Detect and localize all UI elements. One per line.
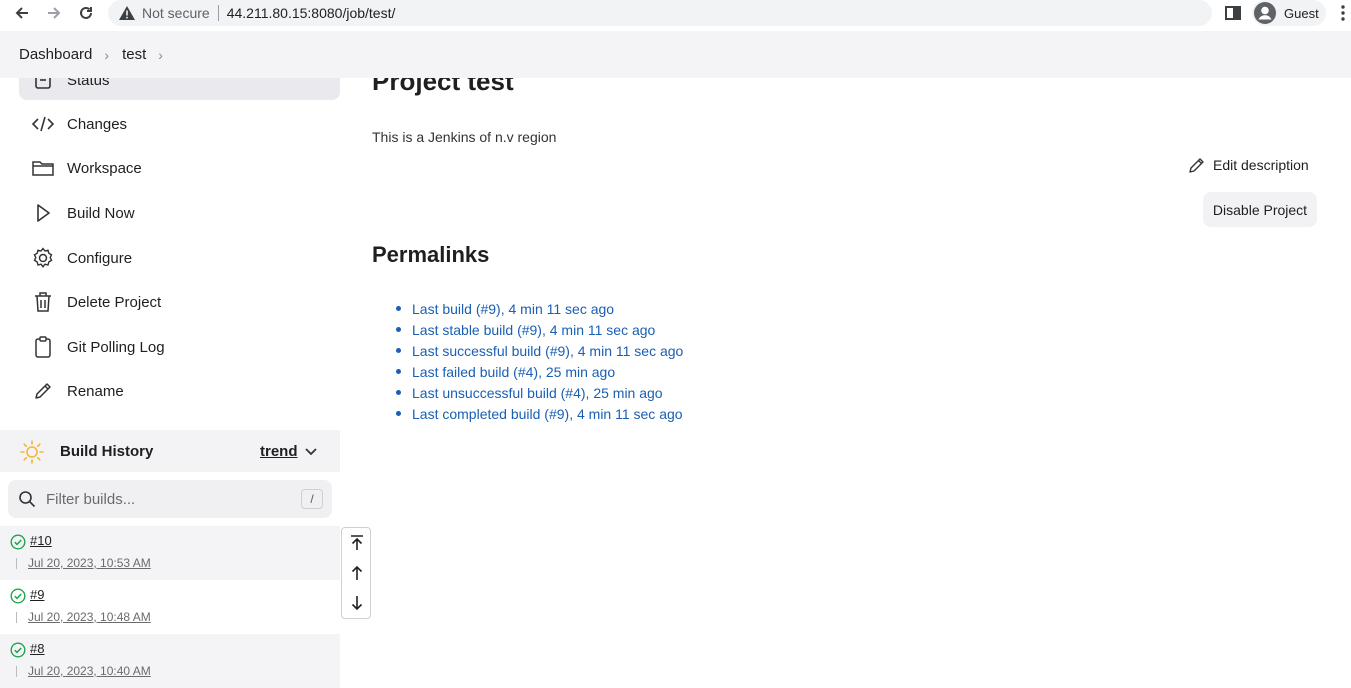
folder-icon [32, 157, 54, 179]
sidebar-item-delete-project[interactable]: Delete Project [19, 282, 340, 322]
clipboard-icon [32, 336, 54, 358]
breadcrumb-test[interactable]: test [122, 46, 146, 63]
permalink-item[interactable]: Last failed build (#4), 25 min ago [396, 361, 683, 382]
search-icon [19, 491, 36, 508]
forward-button[interactable] [43, 2, 65, 24]
sidebar-item-build-now[interactable]: Build Now [19, 193, 340, 233]
breadcrumb-dashboard[interactable]: Dashboard [19, 46, 92, 63]
bullet [396, 348, 401, 353]
pencil-icon [32, 380, 54, 402]
permalink-last-unsuccessful-build[interactable]: Last unsuccessful build (#4), 25 min ago [412, 385, 663, 401]
build-row: #8 Jul 20, 2023, 10:40 AM [0, 634, 340, 688]
bullet [396, 327, 401, 332]
bullet [396, 369, 401, 374]
permalink-last-successful-build[interactable]: Last successful build (#9), 4 min 11 sec… [412, 343, 683, 359]
project-description: This is a Jenkins of n.v region [372, 129, 557, 145]
permalink-last-build[interactable]: Last build (#9), 4 min 11 sec ago [412, 301, 614, 317]
build-number-link[interactable]: #9 [30, 587, 44, 602]
browser-toolbar: Not secure 44.211.80.15:8080/job/test/ G… [0, 0, 1351, 27]
success-check-icon [10, 588, 26, 604]
keyboard-shortcut-badge: / [301, 489, 323, 509]
permalinks-heading: Permalinks [372, 242, 490, 267]
build-number-link[interactable]: #8 [30, 641, 44, 656]
sidebar-item-configure[interactable]: Configure [19, 238, 340, 278]
scroll-to-top-icon[interactable] [348, 534, 366, 552]
permalink-item[interactable]: Last unsuccessful build (#4), 25 min ago [396, 382, 683, 403]
edit-description-link[interactable]: Edit description [1188, 156, 1309, 174]
gear-icon [32, 247, 54, 269]
url-text[interactable]: 44.211.80.15:8080/job/test/ [227, 5, 396, 21]
back-button[interactable] [11, 2, 33, 24]
profile-button[interactable]: Guest [1252, 0, 1326, 26]
avatar-icon [1254, 2, 1276, 24]
browser-menu-button[interactable] [1337, 4, 1349, 22]
permalink-item[interactable]: Last successful build (#9), 4 min 11 sec… [396, 340, 683, 361]
divider [16, 666, 17, 677]
permalink-item[interactable]: Last build (#9), 4 min 11 sec ago [396, 298, 683, 319]
code-icon [32, 113, 54, 135]
permalink-last-failed-build[interactable]: Last failed build (#4), 25 min ago [412, 364, 615, 380]
divider [16, 612, 17, 623]
reload-button[interactable] [75, 2, 97, 24]
permalink-item[interactable]: Last stable build (#9), 4 min 11 sec ago [396, 319, 683, 340]
kebab-menu-icon [1341, 5, 1345, 21]
permalink-last-stable-build[interactable]: Last stable build (#9), 4 min 11 sec ago [412, 322, 655, 338]
pencil-icon [1189, 158, 1204, 173]
arrow-left-icon [15, 7, 28, 19]
chevron-down-icon[interactable] [304, 444, 318, 458]
sidebar-item-label: Git Polling Log [67, 338, 165, 356]
sidebar: Status Changes Workspace Build Now Confi… [0, 60, 340, 688]
build-number-link[interactable]: #10 [30, 533, 52, 548]
chevron-right-icon: › [104, 46, 110, 63]
arrow-down-icon[interactable] [348, 594, 366, 612]
sidebar-item-label: Build Now [67, 204, 135, 222]
sidebar-item-workspace[interactable]: Workspace [19, 148, 340, 188]
side-panel-icon [1225, 6, 1241, 20]
sidebar-item-changes[interactable]: Changes [19, 104, 340, 144]
edit-description-label: Edit description [1213, 157, 1309, 173]
separator [217, 5, 219, 21]
build-history-title: Build History [60, 442, 154, 460]
sidebar-item-label: Configure [67, 249, 133, 267]
permalinks-list: Last build (#9), 4 min 11 sec ago Last s… [396, 298, 683, 424]
success-check-icon [10, 642, 26, 658]
sidebar-item-git-polling-log[interactable]: Git Polling Log [19, 327, 340, 367]
build-history-header: Build History trend [0, 430, 340, 472]
success-check-icon [10, 534, 26, 550]
sidebar-item-label: Delete Project [67, 293, 162, 311]
divider [16, 558, 17, 569]
arrow-right-icon [48, 7, 61, 19]
sidebar-item-label: Workspace [67, 159, 142, 177]
permalink-item[interactable]: Last completed build (#9), 4 min 11 sec … [396, 403, 683, 424]
build-row: #10 Jul 20, 2023, 10:53 AM [0, 526, 340, 580]
disable-project-button[interactable]: Disable Project [1203, 192, 1317, 227]
sidebar-item-label: Changes [67, 115, 128, 133]
filter-builds-input[interactable]: Filter builds... / [8, 480, 332, 518]
bullet [396, 390, 401, 395]
warning-icon [118, 4, 136, 22]
side-panel-button[interactable] [1224, 4, 1242, 22]
chevron-right-icon[interactable]: › [158, 47, 163, 63]
sidebar-item-label: Rename [67, 382, 124, 400]
build-row: #9 Jul 20, 2023, 10:48 AM [0, 580, 340, 634]
bullet [396, 411, 401, 416]
profile-name: Guest [1284, 5, 1319, 21]
sun-icon [20, 440, 44, 464]
trend-link[interactable]: trend [260, 443, 298, 460]
security-label: Not secure [142, 5, 210, 21]
trash-icon [32, 291, 54, 313]
filter-placeholder: Filter builds... [46, 490, 136, 508]
build-time-link[interactable]: Jul 20, 2023, 10:48 AM [28, 610, 151, 624]
breadcrumb: Dashboard › test › [0, 31, 1351, 78]
arrow-up-icon[interactable] [348, 564, 366, 582]
sidebar-item-rename[interactable]: Rename [19, 371, 340, 411]
permalink-last-completed-build[interactable]: Last completed build (#9), 4 min 11 sec … [412, 406, 683, 422]
address-bar[interactable]: Not secure 44.211.80.15:8080/job/test/ [108, 0, 1212, 26]
build-time-link[interactable]: Jul 20, 2023, 10:53 AM [28, 556, 151, 570]
build-time-link[interactable]: Jul 20, 2023, 10:40 AM [28, 664, 151, 678]
reload-icon [80, 6, 92, 19]
bullet [396, 306, 401, 311]
build-history-scroll-controls [341, 527, 371, 619]
play-icon [32, 202, 54, 224]
